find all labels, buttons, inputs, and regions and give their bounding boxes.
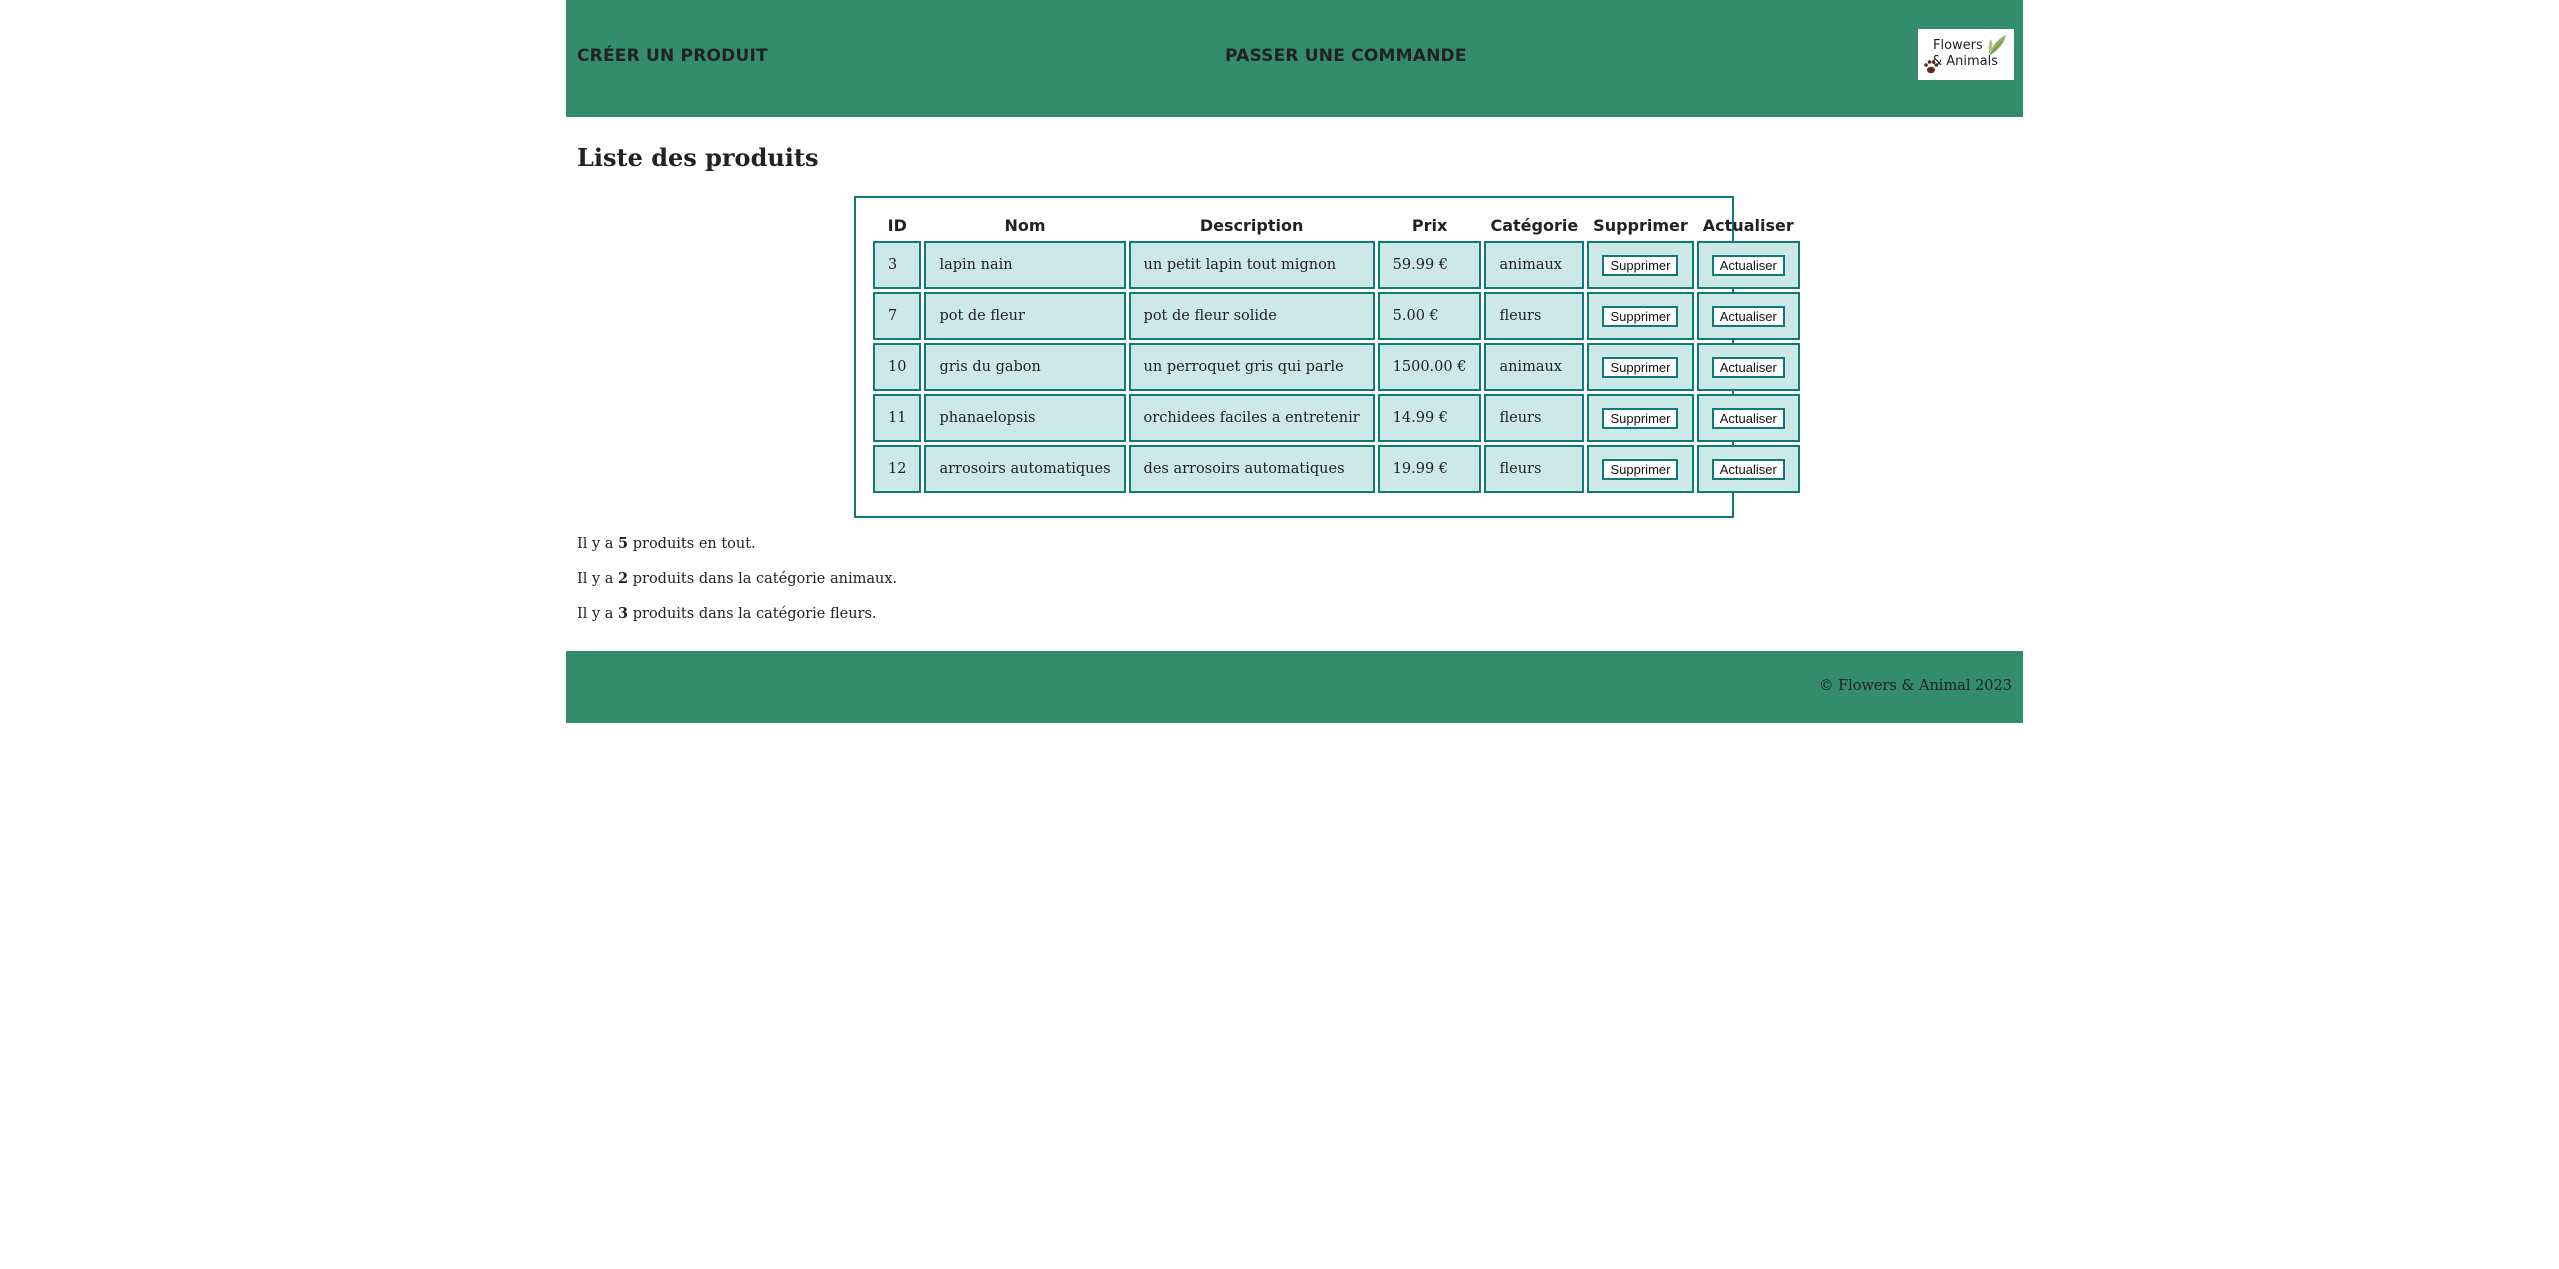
column-header-supprimer: Supprimer [1593, 215, 1688, 235]
column-header-categorie: Catégorie [1490, 215, 1579, 235]
nav-place-order-link[interactable]: PASSER UNE COMMANDE [1225, 46, 1467, 66]
copyright-text: © Flowers & Animal 2023 [1818, 678, 2012, 694]
site-header: CRÉER UN PRODUIT PASSER UNE COMMANDE Flo… [566, 0, 2023, 117]
cell-supprimer: Supprimer [1587, 241, 1694, 289]
cell-actualiser: Actualiser [1696, 241, 1800, 289]
column-header-id: ID [887, 215, 907, 235]
cell-prix: 5.00 € [1377, 292, 1482, 340]
cell-nom: phanaelopsis [924, 394, 1126, 442]
column-header-actualiser: Actualiser [1702, 215, 1794, 235]
summary-animaux-count: 2 [618, 570, 629, 587]
table-row: 12 arrosoirs automatiques des arrosoirs … [873, 445, 1800, 493]
delete-button[interactable]: Supprimer [1602, 305, 1679, 327]
delete-button[interactable]: Supprimer [1602, 407, 1679, 429]
update-button[interactable]: Actualiser [1711, 305, 1785, 327]
cell-categorie: fleurs [1484, 292, 1585, 340]
update-button[interactable]: Actualiser [1711, 254, 1785, 276]
cell-categorie: animaux [1484, 241, 1585, 289]
products-table-container: ID Nom Description Prix Catégorie Suppri… [854, 196, 1800, 518]
update-button[interactable]: Actualiser [1711, 407, 1785, 429]
summary-animaux-suffix: produits dans la catégorie animaux. [628, 571, 898, 587]
delete-button[interactable]: Supprimer [1602, 254, 1679, 276]
summary-total-prefix: Il y a [577, 536, 619, 552]
cell-supprimer: Supprimer [1587, 394, 1694, 442]
paw-icon [1924, 60, 1939, 74]
cell-id: 10 [873, 343, 922, 391]
page-title: Liste des produits [577, 143, 819, 172]
nav-create-product-link[interactable]: CRÉER UN PRODUIT [577, 46, 768, 66]
summary-fleurs: Il y a 3 produits dans la catégorie fleu… [577, 605, 877, 622]
cell-supprimer: Supprimer [1587, 343, 1694, 391]
cell-description: pot de fleur solide [1128, 292, 1375, 340]
column-header-description: Description [1199, 215, 1304, 235]
table-header-row: ID Nom Description Prix Catégorie Suppri… [873, 212, 1800, 238]
cell-nom: gris du gabon [924, 343, 1126, 391]
table-row: 3 lapin nain un petit lapin tout mignon … [873, 241, 1800, 289]
logo-text-line1: Flowers [1933, 38, 1983, 53]
summary-total-suffix: produits en tout. [628, 536, 756, 552]
cell-description: un petit lapin tout mignon [1128, 241, 1375, 289]
delete-button[interactable]: Supprimer [1602, 356, 1679, 378]
cell-actualiser: Actualiser [1696, 343, 1800, 391]
cell-nom: arrosoirs automatiques [924, 445, 1126, 493]
cell-actualiser: Actualiser [1696, 292, 1800, 340]
logo[interactable]: Flowers & Animals [1918, 29, 2014, 80]
table-row: 10 gris du gabon un perroquet gris qui p… [873, 343, 1800, 391]
cell-id: 11 [873, 394, 922, 442]
delete-button[interactable]: Supprimer [1602, 458, 1679, 480]
update-button[interactable]: Actualiser [1711, 458, 1785, 480]
cell-description: un perroquet gris qui parle [1128, 343, 1375, 391]
cell-id: 3 [873, 241, 922, 289]
cell-id: 7 [873, 292, 922, 340]
cell-supprimer: Supprimer [1587, 292, 1694, 340]
cell-prix: 14.99 € [1377, 394, 1482, 442]
leaf-icon [1988, 35, 2006, 56]
cell-prix: 1500.00 € [1377, 343, 1482, 391]
site-footer: © Flowers & Animal 2023 [566, 651, 2023, 723]
products-table: ID Nom Description Prix Catégorie Suppri… [870, 209, 1803, 496]
cell-categorie: fleurs [1484, 445, 1585, 493]
summary-animaux: Il y a 2 produits dans la catégorie anim… [577, 570, 897, 587]
update-button[interactable]: Actualiser [1711, 356, 1785, 378]
table-row: 7 pot de fleur pot de fleur solide 5.00 … [873, 292, 1800, 340]
cell-id: 12 [873, 445, 922, 493]
cell-nom: pot de fleur [924, 292, 1126, 340]
cell-categorie: animaux [1484, 343, 1585, 391]
summary-fleurs-count: 3 [618, 605, 629, 622]
summary-animaux-prefix: Il y a [577, 571, 619, 587]
table-row: 11 phanaelopsis orchidees faciles a entr… [873, 394, 1800, 442]
cell-supprimer: Supprimer [1587, 445, 1694, 493]
cell-actualiser: Actualiser [1696, 394, 1800, 442]
cell-prix: 19.99 € [1377, 445, 1482, 493]
cell-actualiser: Actualiser [1696, 445, 1800, 493]
page: CRÉER UN PRODUIT PASSER UNE COMMANDE Flo… [566, 0, 2023, 723]
cell-description: orchidees faciles a entretenir [1128, 394, 1375, 442]
column-header-prix: Prix [1411, 215, 1448, 235]
column-header-nom: Nom [1004, 215, 1046, 235]
cell-prix: 59.99 € [1377, 241, 1482, 289]
cell-categorie: fleurs [1484, 394, 1585, 442]
summary-fleurs-suffix: produits dans la catégorie fleurs. [628, 606, 877, 622]
summary-total: Il y a 5 produits en tout. [577, 535, 756, 552]
summary-fleurs-prefix: Il y a [577, 606, 619, 622]
cell-description: des arrosoirs automatiques [1128, 445, 1375, 493]
cell-nom: lapin nain [924, 241, 1126, 289]
summary-total-count: 5 [618, 535, 629, 552]
